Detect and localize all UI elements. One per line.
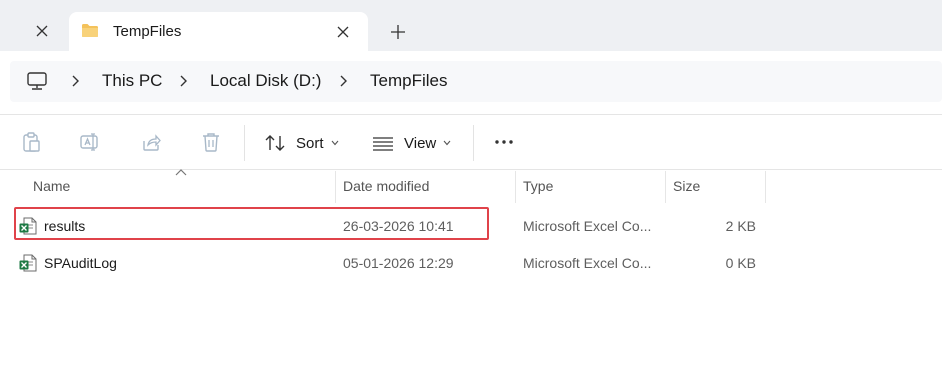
- sort-ascending-caret-icon: [175, 169, 187, 176]
- tab-strip: TempFiles: [0, 0, 942, 51]
- navigation-row: This PC Local Disk (D:) TempFiles: [0, 51, 942, 113]
- file-type: Microsoft Excel Co...: [523, 218, 652, 234]
- address-bar[interactable]: This PC Local Disk (D:) TempFiles: [10, 61, 942, 102]
- breadcrumb-tempfiles[interactable]: TempFiles: [370, 71, 447, 91]
- share-icon[interactable]: [140, 131, 162, 153]
- column-date-modified[interactable]: Date modified: [343, 171, 429, 203]
- new-tab-plus-icon[interactable]: [384, 18, 412, 46]
- view-button[interactable]: View: [372, 129, 451, 157]
- breadcrumb-local-disk[interactable]: Local Disk (D:): [210, 71, 321, 91]
- file-size: 0 KB: [725, 255, 756, 271]
- chevron-down-icon: [331, 140, 338, 146]
- folder-icon: [82, 24, 98, 37]
- tab-tempfiles[interactable]: TempFiles: [69, 12, 368, 51]
- file-row[interactable]: SPAuditLog 05-01-2026 12:29 Microsoft Ex…: [10, 245, 942, 281]
- column-header: Name Date modified Type Size: [0, 169, 942, 203]
- delete-icon[interactable]: [200, 131, 222, 153]
- view-label: View: [404, 134, 437, 152]
- chevron-right-icon[interactable]: [70, 73, 82, 89]
- chevron-down-icon: [443, 140, 451, 146]
- view-icon: [373, 137, 393, 151]
- command-bar: Sort View: [0, 114, 942, 170]
- sort-icon: [265, 135, 285, 151]
- tab-close-icon[interactable]: [330, 19, 356, 45]
- file-size: 2 KB: [725, 218, 756, 234]
- highlight-annotation-box: [14, 207, 489, 240]
- command-divider: [473, 125, 474, 161]
- computer-icon[interactable]: [26, 70, 48, 92]
- file-date-modified: 05-01-2026 12:29: [343, 255, 454, 271]
- column-type[interactable]: Type: [523, 171, 553, 203]
- chevron-right-icon[interactable]: [178, 73, 190, 89]
- paste-icon[interactable]: [20, 131, 42, 153]
- close-icon[interactable]: [28, 17, 56, 45]
- sort-button[interactable]: Sort: [264, 129, 339, 157]
- tab-title: TempFiles: [113, 23, 182, 40]
- breadcrumb-this-pc[interactable]: This PC: [102, 71, 162, 91]
- column-divider[interactable]: [515, 171, 516, 203]
- rename-icon[interactable]: [79, 131, 101, 153]
- excel-icon: [19, 254, 37, 272]
- sort-label: Sort: [296, 134, 324, 152]
- column-name[interactable]: Name: [33, 171, 70, 203]
- command-divider: [244, 125, 245, 161]
- file-name[interactable]: SPAuditLog: [44, 245, 117, 281]
- column-divider[interactable]: [665, 171, 666, 203]
- column-divider[interactable]: [765, 171, 766, 203]
- column-size[interactable]: Size: [673, 171, 700, 203]
- column-divider[interactable]: [335, 171, 336, 203]
- chevron-right-icon[interactable]: [338, 73, 350, 89]
- more-icon[interactable]: [493, 131, 515, 153]
- file-type: Microsoft Excel Co...: [523, 255, 652, 271]
